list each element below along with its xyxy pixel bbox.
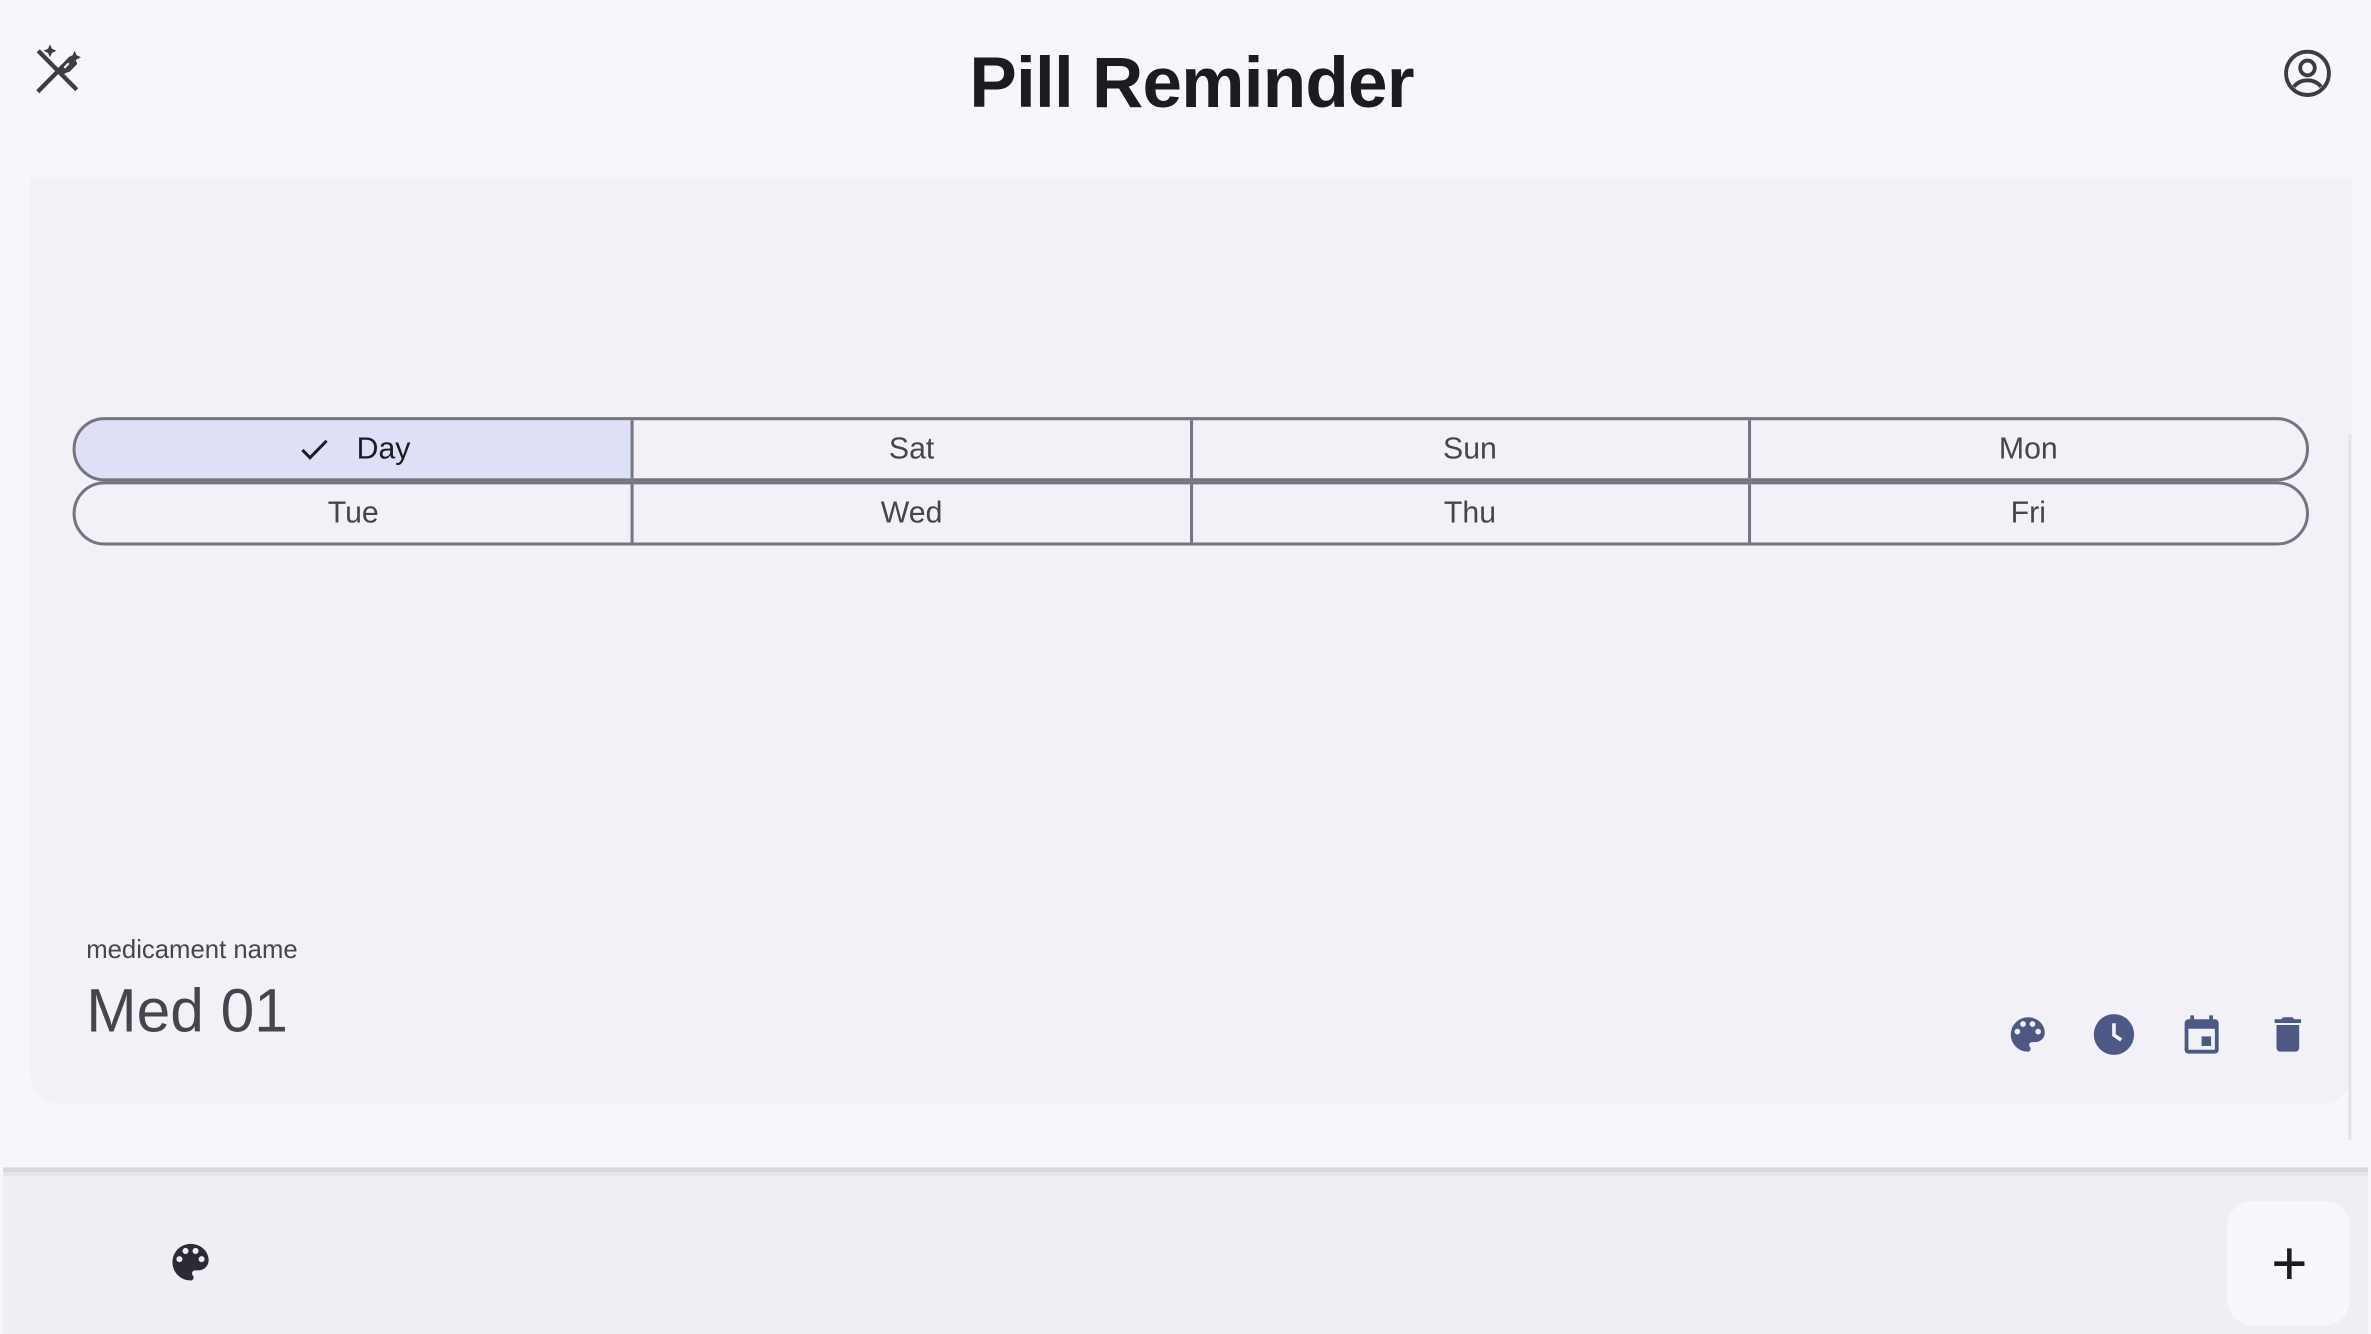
medicament-name-label: medicament name xyxy=(86,935,298,965)
medicament-name-field[interactable]: Med 01 xyxy=(86,978,288,1047)
day-option-sat[interactable]: Sat xyxy=(630,420,1189,479)
day-label: Sun xyxy=(1443,431,1497,466)
day-label: Wed xyxy=(880,495,943,530)
day-label: Sat xyxy=(888,431,935,466)
delete-icon[interactable] xyxy=(2245,1004,2332,1065)
day-label: Fri xyxy=(2010,495,2046,530)
page-title: Pill Reminder xyxy=(969,41,1414,123)
day-selector: Day Sat Sun Mon Tue Wed Thu Fri xyxy=(72,417,2310,546)
screen: Pill Reminder Day Sat Sun Mon Tue Wed Th… xyxy=(0,0,2371,1334)
calendar-icon[interactable] xyxy=(2158,1004,2245,1065)
day-option-day[interactable]: Day xyxy=(75,420,631,479)
day-label: Thu xyxy=(1443,495,1497,530)
day-option-mon[interactable]: Mon xyxy=(1747,420,2306,479)
add-button[interactable] xyxy=(2227,1201,2350,1325)
palette-icon[interactable] xyxy=(160,1232,220,1293)
scrollbar[interactable] xyxy=(2348,433,2352,1140)
day-option-tue[interactable]: Tue xyxy=(76,484,631,542)
day-row-2: Tue Wed Thu Fri xyxy=(72,481,2310,546)
account-circle-icon[interactable] xyxy=(2274,40,2341,107)
clock-icon[interactable] xyxy=(2071,1004,2158,1065)
bottom-bar xyxy=(3,1176,2368,1334)
day-option-wed[interactable]: Wed xyxy=(630,484,1189,543)
day-option-sun[interactable]: Sun xyxy=(1189,420,1747,479)
medicament-card xyxy=(30,177,2353,1104)
medicament-actions xyxy=(1984,1004,2332,1065)
palette-icon[interactable] xyxy=(1984,1004,2071,1065)
app-bar: Pill Reminder xyxy=(3,12,2368,166)
day-option-fri[interactable]: Fri xyxy=(1747,484,2306,543)
app: Pill Reminder Day Sat Sun Mon Tue Wed Th… xyxy=(0,0,2371,1334)
day-label: Mon xyxy=(1998,431,2058,466)
day-label: Tue xyxy=(327,495,379,530)
day-row-1: Day Sat Sun Mon xyxy=(72,417,2310,482)
add-icon xyxy=(2266,1240,2311,1286)
day-option-thu[interactable]: Thu xyxy=(1189,484,1747,543)
day-label: Day xyxy=(356,431,411,466)
check-icon xyxy=(296,431,332,468)
